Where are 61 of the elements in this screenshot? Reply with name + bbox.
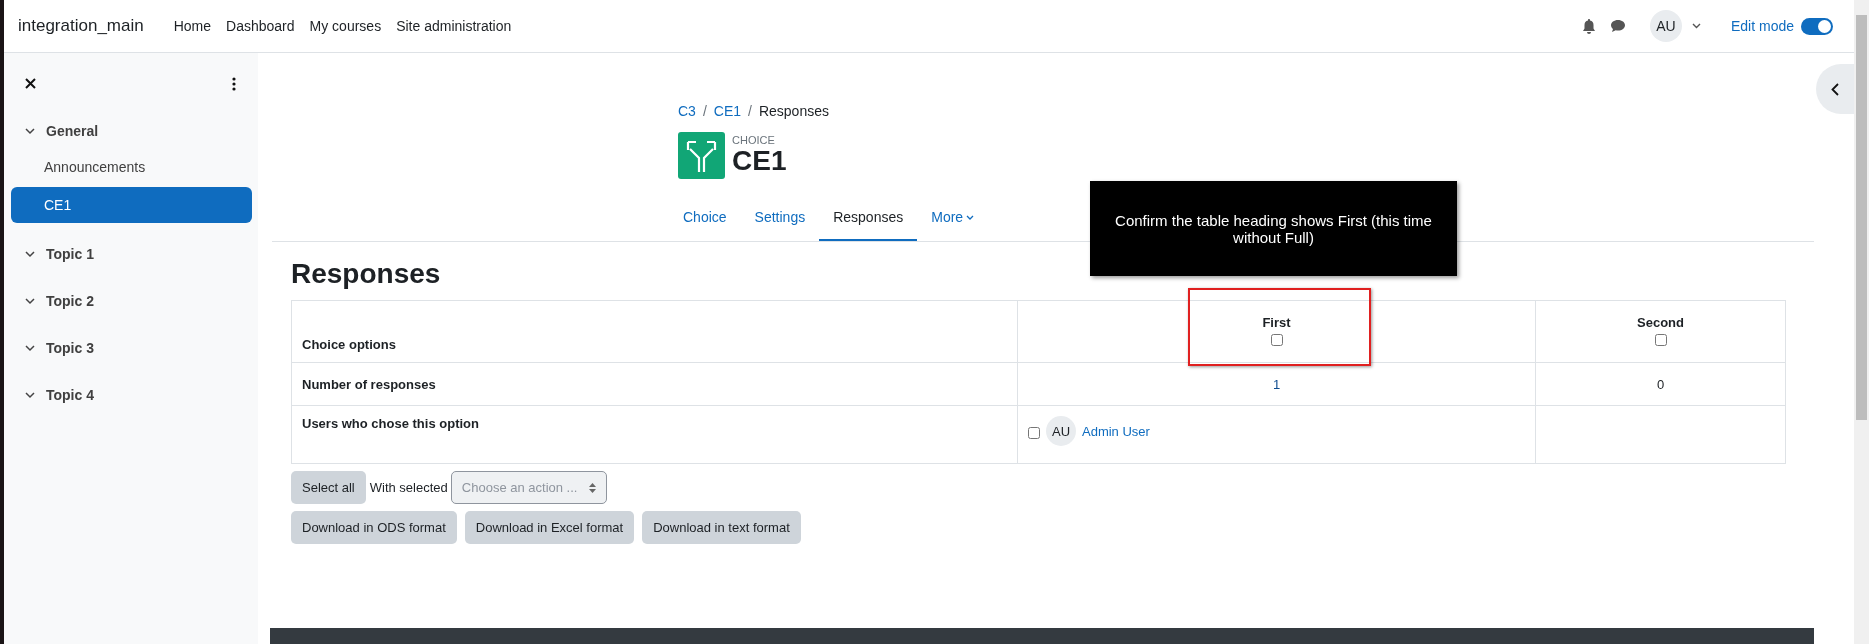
row-heading: Choice options	[302, 337, 396, 352]
chevron-icon[interactable]	[25, 297, 35, 305]
caret-icon[interactable]	[1691, 23, 1701, 29]
select-all-button[interactable]: Select all	[291, 471, 366, 504]
caret-icon	[966, 214, 975, 220]
breadcrumb-separator: /	[702, 103, 707, 119]
download-button[interactable]: Download in Excel format	[464, 511, 635, 544]
option-heading: Second	[1636, 314, 1685, 330]
close-icon[interactable]	[25, 78, 36, 89]
bell-icon[interactable]	[1581, 18, 1596, 34]
chevron-icon[interactable]	[25, 250, 35, 258]
nav-link[interactable]: My courses	[309, 18, 382, 34]
nav-tab[interactable]: Choice	[669, 195, 741, 241]
edit-mode-label: Edit mode	[1730, 18, 1794, 34]
activity-type: CHOICE	[732, 134, 776, 147]
nav-link[interactable]: Home	[173, 18, 212, 34]
section-link[interactable]: Topic 4	[46, 387, 94, 403]
nav-tab[interactable]: Responses	[819, 195, 918, 241]
breadcrumb-link[interactable]: C3	[678, 103, 696, 119]
download-button[interactable]: Download in ODS format	[291, 511, 457, 544]
activity-link[interactable]: CE1	[11, 187, 252, 223]
chevron-icon[interactable]	[25, 344, 35, 352]
nav-link[interactable]: Site administration	[396, 18, 512, 34]
nav-tab[interactable]: Settings	[740, 195, 820, 241]
response-count[interactable]: 1	[1272, 376, 1281, 392]
tour-tooltip: Confirm the table heading shows First (this time without Full)	[1090, 181, 1457, 276]
activity-link[interactable]: Announcements	[11, 149, 252, 185]
page-heading: Responses	[291, 258, 442, 290]
choice-activity-icon	[678, 132, 725, 179]
chevron-icon[interactable]	[25, 127, 35, 135]
user-checkbox[interactable]	[1028, 427, 1040, 439]
section-link[interactable]: Topic 1	[46, 246, 94, 262]
activity-title: CE1	[732, 146, 787, 177]
row-heading: Users who chose this option	[302, 416, 479, 431]
breadcrumb-link[interactable]: CE1	[713, 103, 742, 119]
edit-mode-toggle[interactable]	[1801, 17, 1833, 35]
scrollbar[interactable]	[1854, 0, 1869, 644]
chevron-icon	[1831, 82, 1839, 96]
response-count: 0	[1656, 376, 1665, 392]
row-heading: Number of responses	[302, 376, 436, 392]
nav-link[interactable]: Dashboard	[226, 18, 295, 34]
nav-tab[interactable]: More	[917, 195, 989, 241]
with-selected-label: With selected	[369, 480, 448, 495]
select-option-checkbox[interactable]	[1270, 333, 1283, 346]
more-options-icon[interactable]	[232, 76, 236, 91]
section-link[interactable]: Topic 2	[46, 293, 94, 309]
user-avatar: AU	[1046, 416, 1076, 446]
chevron-icon[interactable]	[25, 391, 35, 399]
site-name[interactable]: integration_main	[18, 16, 144, 36]
section-link[interactable]: General	[46, 123, 99, 139]
drawer-toggle[interactable]	[1816, 64, 1854, 114]
option-heading: First	[1261, 314, 1292, 330]
sort-caret-icon	[589, 482, 597, 493]
current-page-label: Responses	[758, 103, 829, 119]
breadcrumb-separator: /	[748, 103, 752, 119]
user-link[interactable]: Admin User	[1082, 423, 1150, 439]
user-avatar[interactable]: AU	[1649, 10, 1682, 42]
section-link[interactable]: Topic 3	[46, 340, 94, 356]
select-option-checkbox[interactable]	[1654, 333, 1667, 346]
chat-icon[interactable]	[1609, 19, 1626, 33]
download-button[interactable]: Download in text format	[642, 511, 801, 544]
